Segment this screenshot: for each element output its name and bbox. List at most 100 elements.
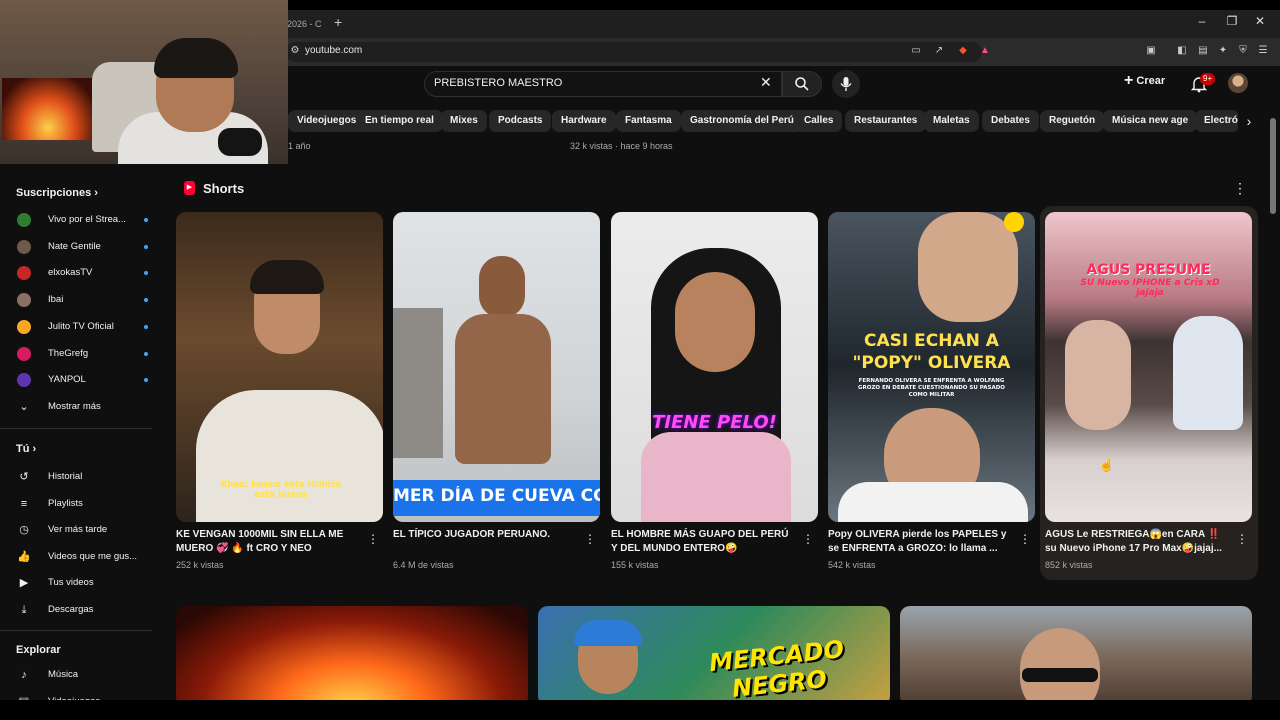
you-item[interactable]: ▶ Tus videos xyxy=(16,571,156,593)
account-avatar[interactable] xyxy=(1228,73,1248,93)
video-thumbnail-3[interactable] xyxy=(900,606,1252,706)
share-icon[interactable]: ↗ xyxy=(932,44,946,58)
history-icon: ↺ xyxy=(19,471,29,483)
reader-mode-icon[interactable]: ▣ xyxy=(1144,44,1158,58)
chevron-right-icon: › xyxy=(94,187,98,199)
you-item[interactable]: ↺ Historial xyxy=(16,465,156,487)
subscription-item[interactable]: TheGrefg xyxy=(16,342,156,364)
wallet-icon[interactable]: ▤ xyxy=(1196,44,1210,58)
subscription-item[interactable]: elxokasTV xyxy=(16,261,156,283)
music-icon: ♪ xyxy=(21,669,27,681)
you-item-label: Descargas xyxy=(48,604,94,615)
filter-chip[interactable]: Gastronomía del Perú xyxy=(681,110,803,132)
subscription-item[interactable]: Julito TV Oficial xyxy=(16,315,156,337)
clock-icon: ◷ xyxy=(19,524,29,537)
more-options-icon[interactable]: ⋮ xyxy=(1233,180,1247,197)
short-menu-icon[interactable]: ⋮ xyxy=(802,532,814,546)
leo-ai-icon[interactable]: ✦ xyxy=(1216,44,1230,58)
short-thumbnail-4[interactable]: CASI ECHAN A "POPY" OLIVERA FERNANDO OLI… xyxy=(828,212,1035,522)
short-thumbnail-3[interactable]: TIENE PELO! xyxy=(611,212,818,522)
filter-chip[interactable]: En tiempo real xyxy=(356,110,443,132)
you-item[interactable]: ⤓ Descargas xyxy=(16,598,156,620)
subscription-label: Ibai xyxy=(48,294,64,306)
filter-chip[interactable]: Videojuegos xyxy=(288,110,366,132)
maximize-button[interactable]: ❐ xyxy=(1222,14,1242,32)
site-info-icon[interactable]: ⚙ xyxy=(288,44,302,58)
short-title[interactable]: EL HOMBRE MÁS GUAPO DEL PERÚ Y DEL MUNDO… xyxy=(611,528,791,556)
filter-chip[interactable]: Restaurantes xyxy=(845,110,927,132)
you-heading[interactable]: Tú › xyxy=(16,443,36,455)
subscription-item[interactable]: Ibai xyxy=(16,288,156,310)
voice-search-button[interactable] xyxy=(832,70,860,98)
video-thumbnail-1[interactable] xyxy=(176,606,528,706)
show-more-button[interactable]: ⌄ Mostrar más xyxy=(16,395,156,417)
menu-icon[interactable]: ☰ xyxy=(1256,44,1270,58)
short-menu-icon[interactable]: ⋮ xyxy=(367,532,379,546)
page-scrollbar[interactable] xyxy=(1270,118,1276,214)
short-menu-icon[interactable]: ⋮ xyxy=(1236,532,1248,546)
subscription-label: Nate Gentile xyxy=(48,240,101,252)
search-query-text[interactable]: PREBISTERO MAESTRO xyxy=(434,77,562,89)
thumbnail-cap xyxy=(574,620,642,646)
explore-heading: Explorar xyxy=(16,644,61,656)
you-item[interactable]: ◷ Ver más tarde xyxy=(16,518,156,540)
filter-chip[interactable]: Mixes xyxy=(441,110,487,132)
short-title[interactable]: EL TÍPICO JUGADOR PERUANO. xyxy=(393,528,573,542)
rewards-icon[interactable]: ▲ xyxy=(978,44,992,58)
filter-chip[interactable]: Podcasts xyxy=(489,110,552,132)
short-title[interactable]: Popy OLIVERA pierde los PAPELES y se ENF… xyxy=(828,528,1008,556)
filter-chip[interactable]: Calles xyxy=(795,110,843,132)
show-more-label: Mostrar más xyxy=(48,401,101,412)
chevron-down-icon: ⌄ xyxy=(19,401,29,413)
minimize-button[interactable]: – xyxy=(1192,14,1212,32)
clear-search-icon[interactable]: ✕ xyxy=(760,74,772,91)
short-thumbnail-2[interactable]: MER DÍA DE CUEVA CC xyxy=(393,212,600,522)
thumbnail-person-left xyxy=(1065,320,1131,430)
browser-tab[interactable]: 2026 - C xyxy=(283,14,329,34)
filter-chip[interactable]: Electróni xyxy=(1195,110,1239,132)
new-content-dot xyxy=(144,378,148,383)
filter-chip[interactable]: Reguetón xyxy=(1040,110,1105,132)
short-title[interactable]: AGUS Le RESTRIEGA😱en CARA ‼️ su Nuevo iP… xyxy=(1045,528,1225,556)
short-thumbnail-1[interactable]: Khea: bueno esta ritmica esta buena xyxy=(176,212,383,522)
short-caption-3: TIENE PELO! xyxy=(652,412,777,433)
filter-chip[interactable]: Fantasma xyxy=(616,110,681,132)
video-thumbnail-2-text: MERCADO NEGRO xyxy=(707,635,846,703)
subscription-item[interactable]: Vivo por el Strea... xyxy=(16,208,156,230)
short-title[interactable]: KE VENGAN 1000MIL SIN ELLA ME MUERO 💞 🔥 … xyxy=(176,528,356,556)
short-thumbnail-5[interactable]: AGUS PRESUME SU Nuevo IPHONE a Cris xD j… xyxy=(1045,212,1252,522)
video-thumbnail-2[interactable]: MERCADO NEGRO xyxy=(538,606,890,706)
chips-next-arrow[interactable]: › xyxy=(1238,110,1260,132)
webcam-overlay xyxy=(0,0,288,164)
short-menu-icon[interactable]: ⋮ xyxy=(1019,532,1031,546)
you-item[interactable]: 👍 Videos que me gus... xyxy=(16,545,156,567)
explore-item[interactable]: ♪ Música xyxy=(16,663,156,685)
short-menu-icon[interactable]: ⋮ xyxy=(584,532,596,546)
brave-shield-icon[interactable]: ◆ xyxy=(956,44,970,58)
vpn-icon[interactable]: ⛨ xyxy=(1236,44,1250,58)
new-content-dot xyxy=(144,271,148,276)
subscription-item[interactable]: YANPOL xyxy=(16,368,156,390)
streamer-microphone xyxy=(218,128,262,156)
subscriptions-heading[interactable]: Suscripciones › xyxy=(16,187,98,199)
url-bar[interactable] xyxy=(286,42,982,62)
microphone-icon xyxy=(840,77,852,91)
search-button[interactable] xyxy=(782,71,822,97)
create-button[interactable]: + Crear xyxy=(1124,72,1176,96)
cast-icon[interactable]: ▭ xyxy=(909,44,923,58)
new-tab-button[interactable]: + xyxy=(334,14,350,34)
filter-chip[interactable]: Debates xyxy=(982,110,1039,132)
filter-chip[interactable]: Maletas xyxy=(924,110,979,132)
short-subcaption-4: FERNANDO OLIVERA SE ENFRENTA A WOLFANG G… xyxy=(858,378,1005,398)
url-text[interactable]: youtube.com xyxy=(305,45,362,56)
sidebar-toggle-icon[interactable]: ◧ xyxy=(1175,44,1189,58)
close-window-button[interactable]: ✕ xyxy=(1250,14,1270,32)
shorts-logo-icon: ▶ xyxy=(184,181,195,195)
filter-chip[interactable]: Música new age xyxy=(1103,110,1198,132)
subscription-item[interactable]: Nate Gentile xyxy=(16,235,156,257)
new-content-dot xyxy=(144,324,148,329)
short-caption-1: Khea: bueno esta ritmica esta buena xyxy=(220,480,342,500)
filter-chip[interactable]: Hardware xyxy=(552,110,616,132)
you-item[interactable]: ≡ Playlists xyxy=(16,492,156,514)
thumbnail-face-top xyxy=(918,212,1018,322)
